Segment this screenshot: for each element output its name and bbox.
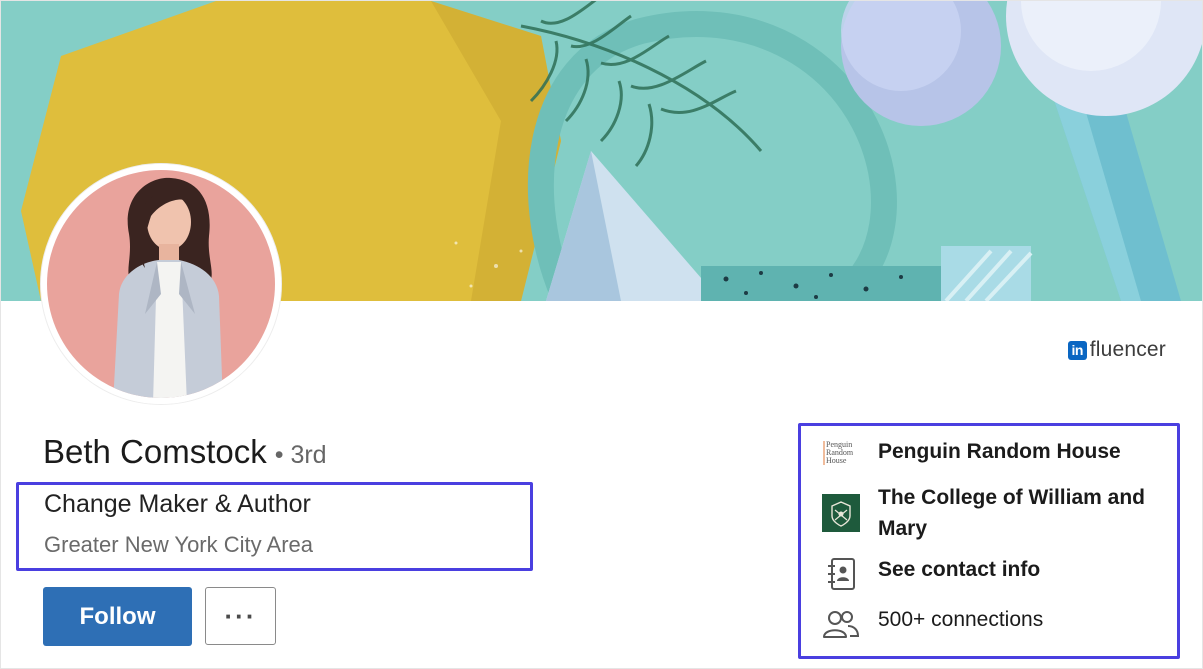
profile-card: in fluencer Beth Comstock • 3rd Change M… (0, 0, 1203, 669)
profile-location: Greater New York City Area (44, 532, 314, 557)
profile-headline: Change Maker & Author (44, 490, 311, 518)
people-icon (821, 604, 861, 644)
connections-link[interactable]: 500+ connections (821, 604, 1043, 644)
more-actions-button[interactable]: ··· (205, 587, 276, 645)
penguin-random-house-logo: Penguin Random House (821, 435, 861, 469)
name-row: Beth Comstock • 3rd (43, 433, 327, 471)
follow-button[interactable]: Follow (43, 587, 192, 646)
linkedin-in-icon: in (1067, 340, 1087, 360)
profile-avatar[interactable] (41, 164, 281, 404)
address-book-icon (821, 554, 861, 594)
company-name: Penguin Random House (878, 440, 1121, 463)
school-name: The College of William and Mary (878, 486, 1146, 540)
influencer-label: fluencer (1089, 338, 1166, 361)
connections-count: 500+ connections (878, 608, 1044, 631)
education-school[interactable]: The College of William and Mary (821, 482, 1168, 544)
contact-info-link[interactable]: See contact info (821, 554, 1040, 594)
william-and-mary-logo (821, 493, 861, 533)
current-company[interactable]: Penguin Random House Penguin Random Hous… (821, 435, 1121, 469)
ellipsis-icon: ··· (224, 601, 257, 631)
profile-name: Beth Comstock (43, 433, 267, 470)
influencer-badge: in fluencer (1067, 338, 1166, 362)
company-logo-line-3: House (826, 456, 847, 465)
contact-info-label: See contact info (878, 558, 1041, 581)
connection-degree: • 3rd (274, 441, 327, 469)
